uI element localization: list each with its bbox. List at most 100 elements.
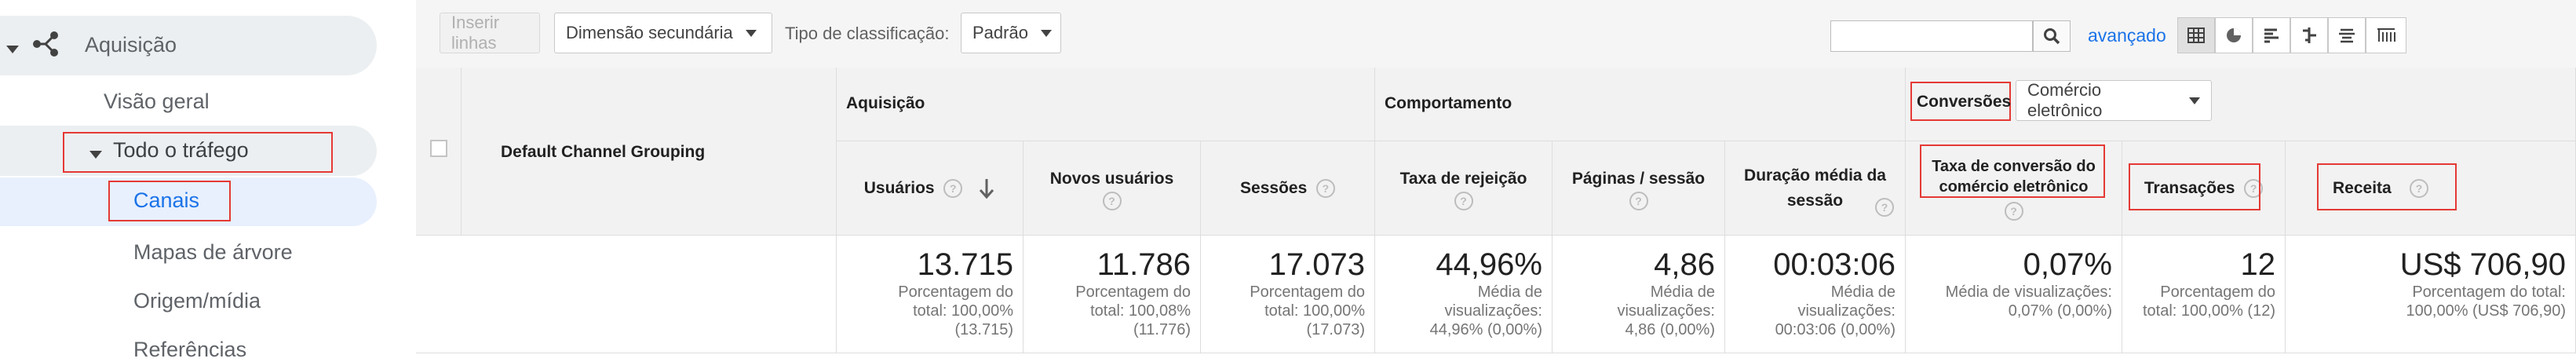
- metric-label: Usuários: [863, 178, 935, 197]
- total-value: 44,96%: [1436, 247, 1542, 282]
- help-icon[interactable]: ?: [1875, 198, 1894, 217]
- metric-header-paginas-sessao[interactable]: Páginas / sessão ?: [1553, 141, 1725, 236]
- group-behavior: Comportamento: [1385, 94, 1512, 112]
- view-comparison-button[interactable]: [2290, 17, 2328, 53]
- sidebar: Aquisição Visão geral Todo o tráfego Can…: [0, 0, 416, 361]
- chevron-down-icon: [1040, 29, 1052, 37]
- highlight-box-receita: [2317, 163, 2457, 210]
- metric-header-taxa-rejeicao[interactable]: Taxa de rejeição ?: [1375, 141, 1553, 236]
- total-value: 17.073: [1268, 247, 1365, 282]
- sidebar-item-todo-trafego[interactable]: Todo o tráfego: [113, 138, 249, 163]
- total-taxa-rejeicao: 44,96% Média de visualizações: 44,96% (0,…: [1375, 236, 1553, 353]
- group-acquisition-cell: Aquisição: [837, 68, 1375, 141]
- select-all-checkbox[interactable]: [430, 140, 447, 157]
- conversions-type-value: Comércio eletrônico: [2027, 80, 2103, 120]
- metric-header-usuarios[interactable]: Usuários ?: [837, 141, 1023, 236]
- secondary-dimension-dropdown[interactable]: Dimensão secundária: [554, 13, 772, 53]
- insert-rows-button[interactable]: Inserir linhas: [440, 13, 540, 53]
- total-sub: Porcentagem do total: 100,00% (US$ 706,9…: [2406, 283, 2566, 320]
- sort-type-value: Padrão: [972, 23, 1028, 42]
- expand-arrow-icon[interactable]: [6, 42, 19, 57]
- highlight-box-transacoes: [2129, 163, 2260, 210]
- metric-header-sessoes[interactable]: Sessões ?: [1201, 141, 1375, 236]
- sort-type-dropdown[interactable]: Padrão: [961, 13, 1061, 53]
- conversions-type-dropdown[interactable]: Comércio eletrônico: [2016, 80, 2212, 121]
- view-performance-button[interactable]: [2253, 17, 2290, 53]
- help-icon[interactable]: ?: [1102, 191, 1122, 210]
- total-value: 0,07%: [2023, 247, 2112, 282]
- search-input[interactable]: [1830, 20, 2033, 52]
- total-sub: Média de visualizações: 4,86 (0,00%): [1617, 283, 1715, 338]
- secondary-dimension-label: Dimensão secundária: [566, 23, 733, 42]
- chevron-down-icon: [2189, 97, 2200, 104]
- metric-label: Novos usuários: [1049, 169, 1174, 188]
- metric-header-receita[interactable]: Receita ?: [2286, 141, 2576, 236]
- sidebar-item-referencias[interactable]: Referências: [133, 338, 246, 362]
- group-behavior-cell: Comportamento: [1375, 68, 1906, 141]
- search-icon: [2044, 28, 2060, 45]
- total-value: 4,86: [1654, 247, 1715, 282]
- metric-header-duracao-media[interactable]: Duração média da sessão?: [1725, 141, 1906, 236]
- view-table-button[interactable]: [2177, 17, 2215, 53]
- group-acquisition: Aquisição: [846, 94, 925, 112]
- report-table: Default Channel Grouping Aquisição Compo…: [416, 68, 2576, 353]
- table-grid-icon: [2187, 27, 2205, 43]
- total-value: 13.715: [917, 247, 1013, 282]
- total-receita: US$ 706,90 Porcentagem do total: 100,00% …: [2286, 236, 2576, 353]
- advanced-link[interactable]: avançado: [2088, 25, 2166, 46]
- totals-spacer: [416, 236, 837, 353]
- total-sub: Porcentagem do total: 100,00% (17.073): [1250, 283, 1365, 338]
- help-icon[interactable]: ?: [1454, 191, 1473, 210]
- total-value: 11.786: [1096, 247, 1191, 282]
- total-sub: Porcentagem do total: 100,00% (12): [2143, 283, 2275, 320]
- sort-descending-icon[interactable]: [978, 177, 995, 199]
- view-pivot-button[interactable]: [2366, 17, 2406, 53]
- pie-chart-icon: [2227, 28, 2241, 42]
- total-paginas-sessao: 4,86 Média de visualizações: 4,86 (0,00%): [1553, 236, 1725, 353]
- comparison-icon: [2303, 27, 2316, 43]
- sidebar-item-origem-midia[interactable]: Origem/mídia: [133, 289, 261, 313]
- metric-header-novos-usuarios[interactable]: Novos usuários ?: [1023, 141, 1201, 236]
- total-taxa-conversao: 0,07% Média de visualizações: 0,07% (0,00…: [1906, 236, 2122, 353]
- metric-header-taxa-conversao[interactable]: Taxa de conversão do comércio eletrônico…: [1906, 141, 2122, 236]
- search-button[interactable]: [2033, 20, 2071, 52]
- dimension-header-cell: Default Channel Grouping: [462, 68, 837, 236]
- metric-label: Páginas / sessão: [1571, 169, 1706, 188]
- view-pie-button[interactable]: [2215, 17, 2253, 53]
- total-sub: Porcentagem do total: 100,08% (11.776): [1075, 283, 1191, 338]
- sidebar-item-mapas-de-arvore[interactable]: Mapas de árvore: [133, 240, 293, 265]
- total-sub: Porcentagem do total: 100,00% (13.715): [898, 283, 1013, 338]
- total-sub: Média de visualizações: 00:03:06 (0,00%): [1775, 283, 1896, 338]
- total-value: 00:03:06: [1773, 247, 1896, 282]
- sidebar-item-canais[interactable]: Canais: [133, 188, 199, 213]
- group-conversions: Conversões: [1917, 93, 2012, 111]
- highlight-box-taxa-conversao: [1920, 144, 2105, 198]
- help-icon[interactable]: ?: [943, 178, 963, 198]
- view-term-cloud-button[interactable]: [2328, 17, 2366, 53]
- table-toolbar: Inserir linhas Dimensão secundária Tipo …: [416, 0, 2576, 69]
- metric-label: Taxa de rejeição: [1399, 169, 1527, 188]
- collapse-arrow-icon[interactable]: [89, 148, 102, 162]
- sidebar-section-aquisicao[interactable]: Aquisição: [85, 33, 177, 57]
- total-transacoes: 12 Porcentagem do total: 100,00% (12): [2122, 236, 2286, 353]
- total-usuarios: 13.715 Porcentagem do total: 100,00% (13.…: [837, 236, 1023, 353]
- dimension-header[interactable]: Default Channel Grouping: [501, 143, 705, 162]
- total-value: US$ 706,90: [2399, 247, 2566, 282]
- help-icon[interactable]: ?: [1315, 178, 1335, 198]
- checkbox-header-cell: [416, 68, 462, 236]
- help-icon[interactable]: ?: [1629, 191, 1648, 210]
- bar-list-icon: [2264, 28, 2279, 43]
- total-sessoes: 17.073 Porcentagem do total: 100,00% (17.…: [1201, 236, 1375, 353]
- acquisition-icon: [31, 30, 60, 62]
- metric-header-transacoes[interactable]: Transações ?: [2122, 141, 2286, 236]
- metric-label: Sessões: [1240, 178, 1308, 197]
- chevron-down-icon: [745, 29, 757, 37]
- sidebar-item-visao-geral[interactable]: Visão geral: [104, 90, 210, 114]
- term-cloud-icon: [2339, 28, 2355, 43]
- help-icon[interactable]: ?: [2004, 201, 2023, 221]
- total-sub: Média de visualizações: 0,07% (0,00%): [1945, 283, 2112, 320]
- total-value: 12: [2240, 247, 2276, 282]
- total-novos-usuarios: 11.786 Porcentagem do total: 100,08% (11.…: [1023, 236, 1201, 353]
- metric-label: Duração média da sessão: [1744, 166, 1886, 210]
- total-sub: Média de visualizações: 44,96% (0,00%): [1429, 283, 1542, 338]
